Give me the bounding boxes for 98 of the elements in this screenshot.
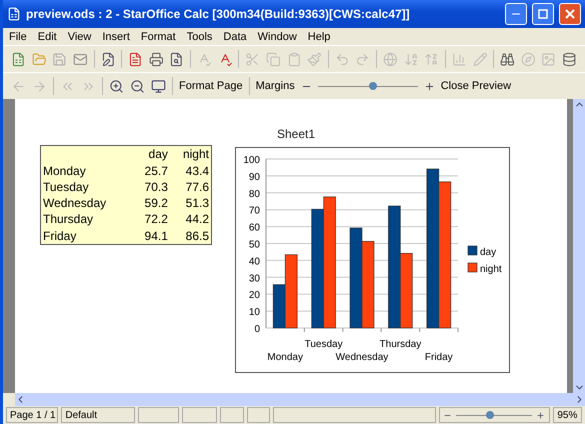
table-cell: 77.6 xyxy=(170,178,212,195)
menu-item[interactable]: File xyxy=(9,30,27,42)
menu-item[interactable]: Window xyxy=(258,30,297,42)
table-cell: 25.7 xyxy=(132,162,170,179)
column-header: night xyxy=(170,146,212,162)
menu-item[interactable]: Data xyxy=(223,30,247,42)
menu-item[interactable]: Help xyxy=(308,30,330,42)
pencil-icon[interactable] xyxy=(472,52,488,66)
axis-tick-label: 100 xyxy=(243,155,260,166)
legend-label: night xyxy=(480,264,502,275)
category-label: Friday xyxy=(424,352,453,363)
close-preview-button[interactable]: Close Preview xyxy=(440,80,512,92)
category-label: Tuesday xyxy=(304,339,343,350)
spreadsheet-icon xyxy=(7,7,21,21)
undo-icon[interactable] xyxy=(334,52,350,66)
table-cell: 51.3 xyxy=(170,194,212,212)
slider-thumb[interactable] xyxy=(486,410,494,418)
axis-tick-label: 80 xyxy=(248,188,260,200)
table-cell: 43.4 xyxy=(170,162,212,179)
status-field xyxy=(182,407,216,423)
minimize-button[interactable] xyxy=(505,3,527,25)
table-cell: Friday xyxy=(40,228,133,244)
globe-icon[interactable] xyxy=(383,52,398,66)
maximize-button[interactable] xyxy=(532,3,554,25)
folder-icon[interactable] xyxy=(32,52,46,66)
table-cell: 70.3 xyxy=(132,178,170,195)
table-cell: Tuesday xyxy=(40,178,133,195)
monitor-icon[interactable] xyxy=(151,78,166,94)
new-document-icon[interactable] xyxy=(11,52,26,66)
printer-icon[interactable] xyxy=(148,52,164,66)
sort-ascending-icon[interactable] xyxy=(404,52,418,66)
status-field xyxy=(247,407,270,423)
database-icon[interactable] xyxy=(562,52,577,66)
zoom-percent: 95% xyxy=(553,407,582,423)
menu-item[interactable]: Insert xyxy=(102,30,130,42)
page-preview-icon[interactable] xyxy=(169,52,184,66)
binoculars-icon[interactable] xyxy=(500,52,515,66)
table-cell: Monday xyxy=(40,162,133,179)
category-label: Thursday xyxy=(380,339,422,350)
table-cell: 44.2 xyxy=(170,211,212,228)
menu-item[interactable]: View xyxy=(68,30,92,42)
previous-page-icon[interactable] xyxy=(11,78,26,94)
maximize-icon xyxy=(538,9,548,19)
paintbrush-icon[interactable] xyxy=(307,52,322,66)
mail-icon[interactable] xyxy=(72,52,88,66)
axis-tick-label: 20 xyxy=(248,290,260,302)
pdf-icon[interactable] xyxy=(128,52,143,66)
spellcheck-icon[interactable] xyxy=(197,52,212,66)
category-label: Wednesday xyxy=(336,352,388,363)
category-label: Monday xyxy=(267,352,303,363)
column-header: day xyxy=(132,146,170,162)
window-title: preview.ods : 2 - StarOffice Calc [300m34(Build:9363)[CWS:calc47]] xyxy=(26,7,411,21)
axis-tick-label: 0 xyxy=(254,324,260,335)
menu-item[interactable]: Edit xyxy=(38,30,57,42)
page-count: Page 1 / 1 xyxy=(6,407,58,423)
horizontal-scrollbar[interactable] xyxy=(15,393,585,406)
sheet-title: Sheet1 xyxy=(276,127,316,141)
status-field xyxy=(138,407,179,423)
table-cell: Thursday xyxy=(40,211,133,228)
axis-tick-label: 70 xyxy=(248,206,260,217)
vertical-scrollbar[interactable] xyxy=(573,99,585,393)
axis-tick-label: 30 xyxy=(248,273,260,284)
next-page-icon[interactable] xyxy=(32,78,47,94)
table-cell: Wednesday xyxy=(40,194,133,212)
axis-tick-label: 50 xyxy=(248,240,260,250)
axis-tick-label: 40 xyxy=(248,256,260,268)
copy-icon[interactable] xyxy=(266,52,281,66)
close-button[interactable] xyxy=(559,3,581,25)
image-icon[interactable] xyxy=(541,52,556,66)
page-style: Default xyxy=(61,407,136,423)
legend-label: day xyxy=(480,247,496,258)
zoom-in-icon[interactable] xyxy=(424,80,435,92)
zoom-control[interactable] xyxy=(438,407,550,423)
redo-icon[interactable] xyxy=(355,52,370,66)
menu-item[interactable]: Format xyxy=(140,30,176,42)
sort-descending-icon[interactable] xyxy=(424,52,439,66)
close-icon xyxy=(565,9,575,19)
compass-icon[interactable] xyxy=(520,52,536,66)
table-cell: 86.5 xyxy=(170,228,212,244)
format-page-button[interactable]: Format Page xyxy=(179,80,243,92)
status-field xyxy=(220,407,244,423)
zoom-out-icon[interactable] xyxy=(130,78,145,94)
table-cell: 59.2 xyxy=(132,194,170,212)
axis-tick-label: 90 xyxy=(248,172,260,183)
axis-tick-label: 60 xyxy=(248,222,260,234)
zoom-in-icon[interactable] xyxy=(109,78,124,94)
margins-button[interactable]: Margins xyxy=(256,80,295,92)
axis-tick-label: 10 xyxy=(248,307,260,318)
chart-icon[interactable] xyxy=(452,52,467,66)
clipboard-icon[interactable] xyxy=(286,52,302,66)
table-cell: 72.2 xyxy=(132,211,170,228)
menu-item[interactable]: Tools xyxy=(186,30,212,42)
slider-thumb[interactable] xyxy=(368,82,377,90)
edit-file-icon[interactable] xyxy=(100,52,116,66)
table-cell: 94.1 xyxy=(132,228,170,244)
save-icon[interactable] xyxy=(52,52,67,66)
scissors-icon[interactable] xyxy=(245,52,260,66)
zoom-in-icon[interactable] xyxy=(536,410,545,420)
